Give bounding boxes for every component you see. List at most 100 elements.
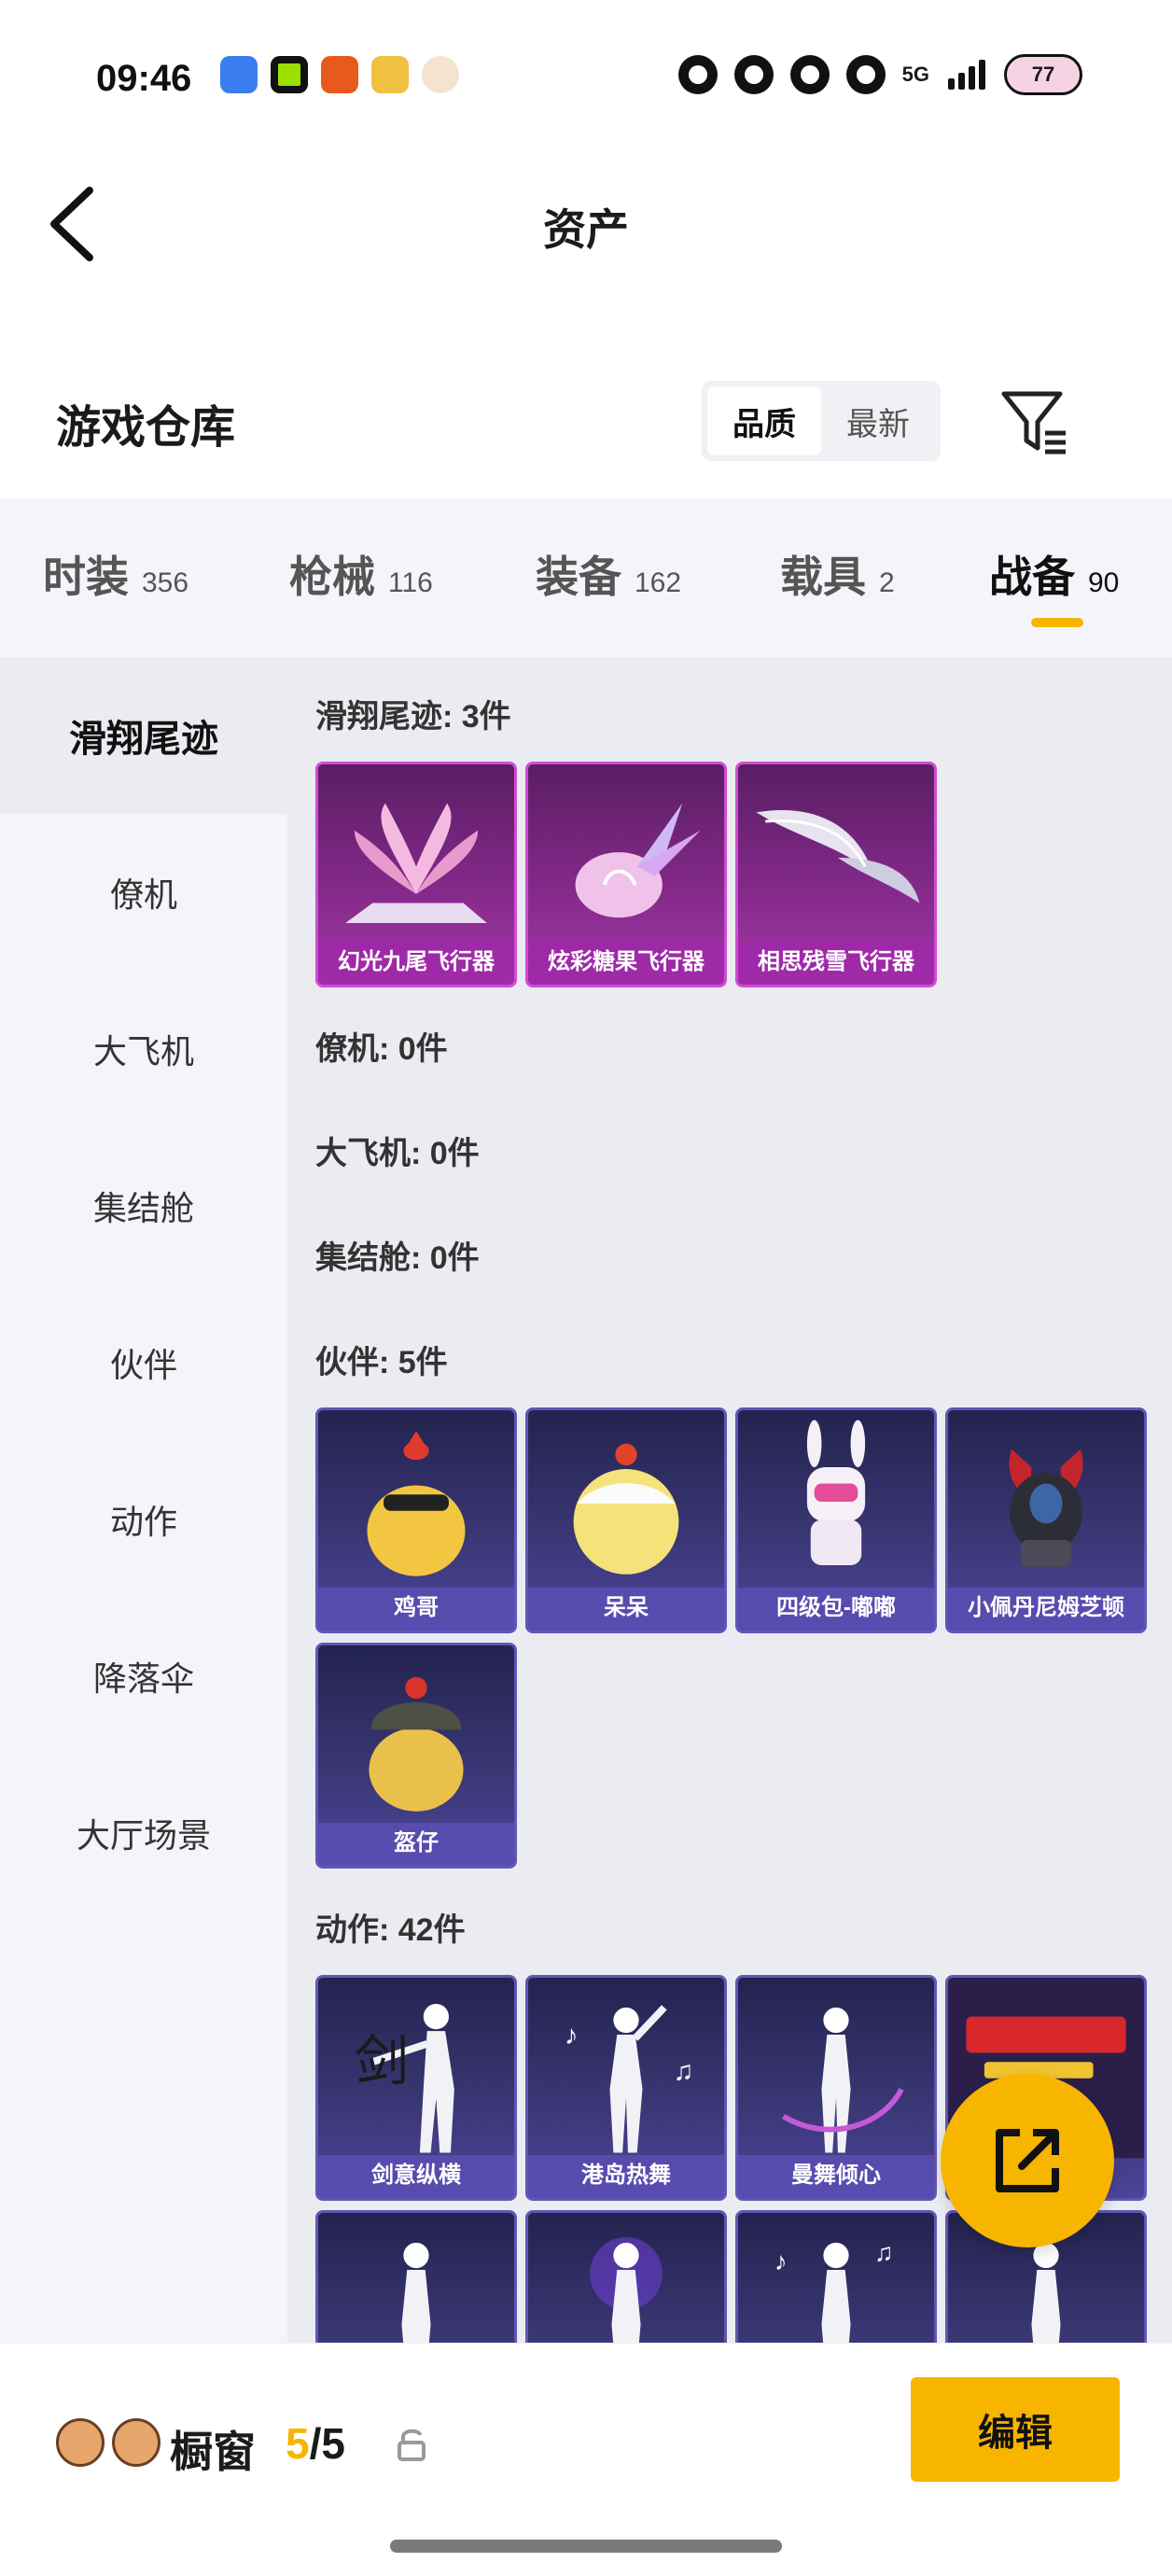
item-name: 曼舞倾心 — [738, 2155, 934, 2198]
bear-icon — [733, 55, 774, 94]
armor-art — [1009, 1449, 1083, 1567]
sidebar-item-emote[interactable]: 动作 — [0, 1441, 287, 1598]
item-card[interactable] — [525, 2210, 727, 2343]
tab-fashion[interactable]: 时装 356 — [43, 543, 188, 605]
item-name: 港岛热舞 — [528, 2155, 724, 2198]
chick-art — [573, 1443, 679, 1575]
item-card[interactable]: ♪ ♫ 港岛热舞 — [525, 1975, 727, 2201]
filter-button[interactable] — [997, 385, 1071, 459]
dancer-art — [401, 2242, 431, 2343]
svg-text:♫: ♫ — [674, 2057, 694, 2087]
status-time: 09:46 — [96, 58, 192, 99]
section-title-wingman: 僚机: 0件 — [315, 1031, 448, 1067]
item-name: 相思残雪飞行器 — [738, 942, 934, 985]
tab-weapons[interactable]: 枪械 116 — [289, 543, 433, 605]
category-tabs: 时装 356 枪械 116 装备 162 载具 2 战备 90 — [0, 498, 1172, 657]
glider-art — [575, 803, 701, 918]
item-card[interactable]: 曼舞倾心 — [735, 1975, 937, 2201]
robot-art — [806, 1420, 866, 1566]
wifi-icon — [845, 55, 886, 94]
showcase-current: 5 — [286, 2419, 310, 2468]
showcase-total: 5 — [321, 2419, 345, 2468]
dancer-art: 剑 — [355, 2004, 454, 2153]
network-label: 5G — [901, 63, 929, 86]
home-indicator[interactable] — [390, 2540, 782, 2553]
svg-text:♪: ♪ — [565, 2021, 579, 2051]
glider-art — [756, 809, 920, 903]
item-name: 盔仔 — [318, 1823, 514, 1866]
showcase-separator: / — [309, 2419, 322, 2468]
item-name: 鸡哥 — [318, 1588, 514, 1631]
item-name: 小佩丹尼姆芝顿 — [948, 1588, 1144, 1631]
item-card[interactable]: 小佩丹尼姆芝顿 — [945, 1407, 1147, 1633]
sort-toggle: 品质 最新 — [702, 381, 941, 461]
tab-label: 枪械 — [289, 553, 375, 601]
sidebar-item-big-plane[interactable]: 大飞机 — [0, 971, 287, 1127]
dancer-art: ♪ ♫ — [565, 2005, 694, 2153]
paw-avatar-icon — [112, 2418, 160, 2467]
section-title-glide-trail: 滑翔尾迹: 3件 — [315, 699, 511, 735]
tab-war-prep[interactable]: 战备 90 — [989, 543, 1119, 605]
sidebar-item-glide-trail[interactable]: 滑翔尾迹 — [0, 657, 287, 814]
item-card[interactable]: 呆呆 — [525, 1407, 727, 1633]
tab-equipment[interactable]: 装备 162 — [536, 543, 681, 605]
app-icon — [321, 56, 358, 93]
notification-icons — [220, 56, 459, 93]
showcase-avatars — [56, 2418, 160, 2467]
system-icons: 5G 77 — [677, 54, 1082, 95]
item-name: 炫彩糖果飞行器 — [528, 942, 724, 985]
item-card[interactable]: 四级包-嘟嘟 — [735, 1407, 937, 1633]
tab-label: 装备 — [536, 553, 621, 601]
item-card[interactable]: 相思残雪飞行器 — [735, 762, 937, 987]
section-title-companion: 伙伴: 5件 — [315, 1345, 448, 1380]
item-name: 剑意纵横 — [318, 2155, 514, 2198]
chicken-art — [367, 1431, 466, 1576]
lock-icon[interactable] — [396, 2426, 427, 2463]
active-tab-indicator — [1031, 618, 1083, 627]
sidebar: 滑翔尾迹 僚机 大飞机 集结舱 伙伴 动作 降落伞 大厅场景 — [0, 657, 287, 2343]
section-title-rally-pod: 集结舱: 0件 — [315, 1240, 480, 1276]
app-icon — [220, 56, 258, 93]
sidebar-item-wingman[interactable]: 僚机 — [0, 814, 287, 971]
item-card[interactable] — [315, 2210, 517, 2343]
app-icon — [271, 56, 308, 93]
dancer-art — [782, 2007, 904, 2153]
bottom-bar: 橱窗 5/5 编辑 — [0, 2343, 1172, 2576]
bear-avatar-icon — [56, 2418, 105, 2467]
glider-art — [345, 803, 487, 923]
tab-count: 2 — [879, 567, 895, 598]
sidebar-item-parachute[interactable]: 降落伞 — [0, 1598, 287, 1755]
item-card[interactable]: ♪ ♫ — [735, 2210, 937, 2343]
section-title-emote: 动作: 42件 — [315, 1912, 466, 1948]
status-bar: 09:46 5G 77 — [0, 0, 1172, 159]
item-card[interactable]: 幻光九尾飞行器 — [315, 762, 517, 987]
sidebar-item-rally-pod[interactable]: 集结舱 — [0, 1127, 287, 1284]
edit-button[interactable]: 编辑 — [911, 2377, 1120, 2482]
item-card[interactable]: 剑 剑意纵横 — [315, 1975, 517, 2201]
showcase-count: 5/5 — [286, 2418, 345, 2469]
svg-text:♫: ♫ — [874, 2237, 893, 2266]
sidebar-item-companion[interactable]: 伙伴 — [0, 1284, 287, 1441]
showcase-label: 橱窗 — [170, 2428, 256, 2476]
item-card[interactable]: 鸡哥 — [315, 1407, 517, 1633]
tab-label: 时装 — [43, 553, 129, 601]
section-title-big-plane: 大飞机: 0件 — [315, 1136, 480, 1171]
item-name: 四级包-嘟嘟 — [738, 1588, 934, 1631]
battery-indicator: 77 — [1004, 54, 1082, 95]
sort-newest[interactable]: 最新 — [821, 386, 935, 455]
item-card[interactable]: 盔仔 — [315, 1643, 517, 1869]
svg-text:♪: ♪ — [774, 2247, 788, 2275]
item-card[interactable]: 炫彩糖果飞行器 — [525, 762, 727, 987]
tab-count: 116 — [388, 567, 433, 598]
tab-vehicles[interactable]: 载具 2 — [780, 543, 895, 605]
sidebar-item-lobby-scene[interactable]: 大厅场景 — [0, 1755, 287, 1911]
paw-icon — [789, 55, 830, 94]
filter-icon — [1001, 391, 1066, 455]
top-header: 资产 — [0, 168, 1172, 280]
tab-label: 载具 — [780, 553, 866, 601]
item-name: 幻光九尾飞行器 — [318, 942, 514, 985]
sort-quality[interactable]: 品质 — [707, 386, 821, 455]
app-icon — [371, 56, 409, 93]
tab-count: 356 — [142, 567, 189, 598]
share-button[interactable] — [941, 2074, 1114, 2247]
